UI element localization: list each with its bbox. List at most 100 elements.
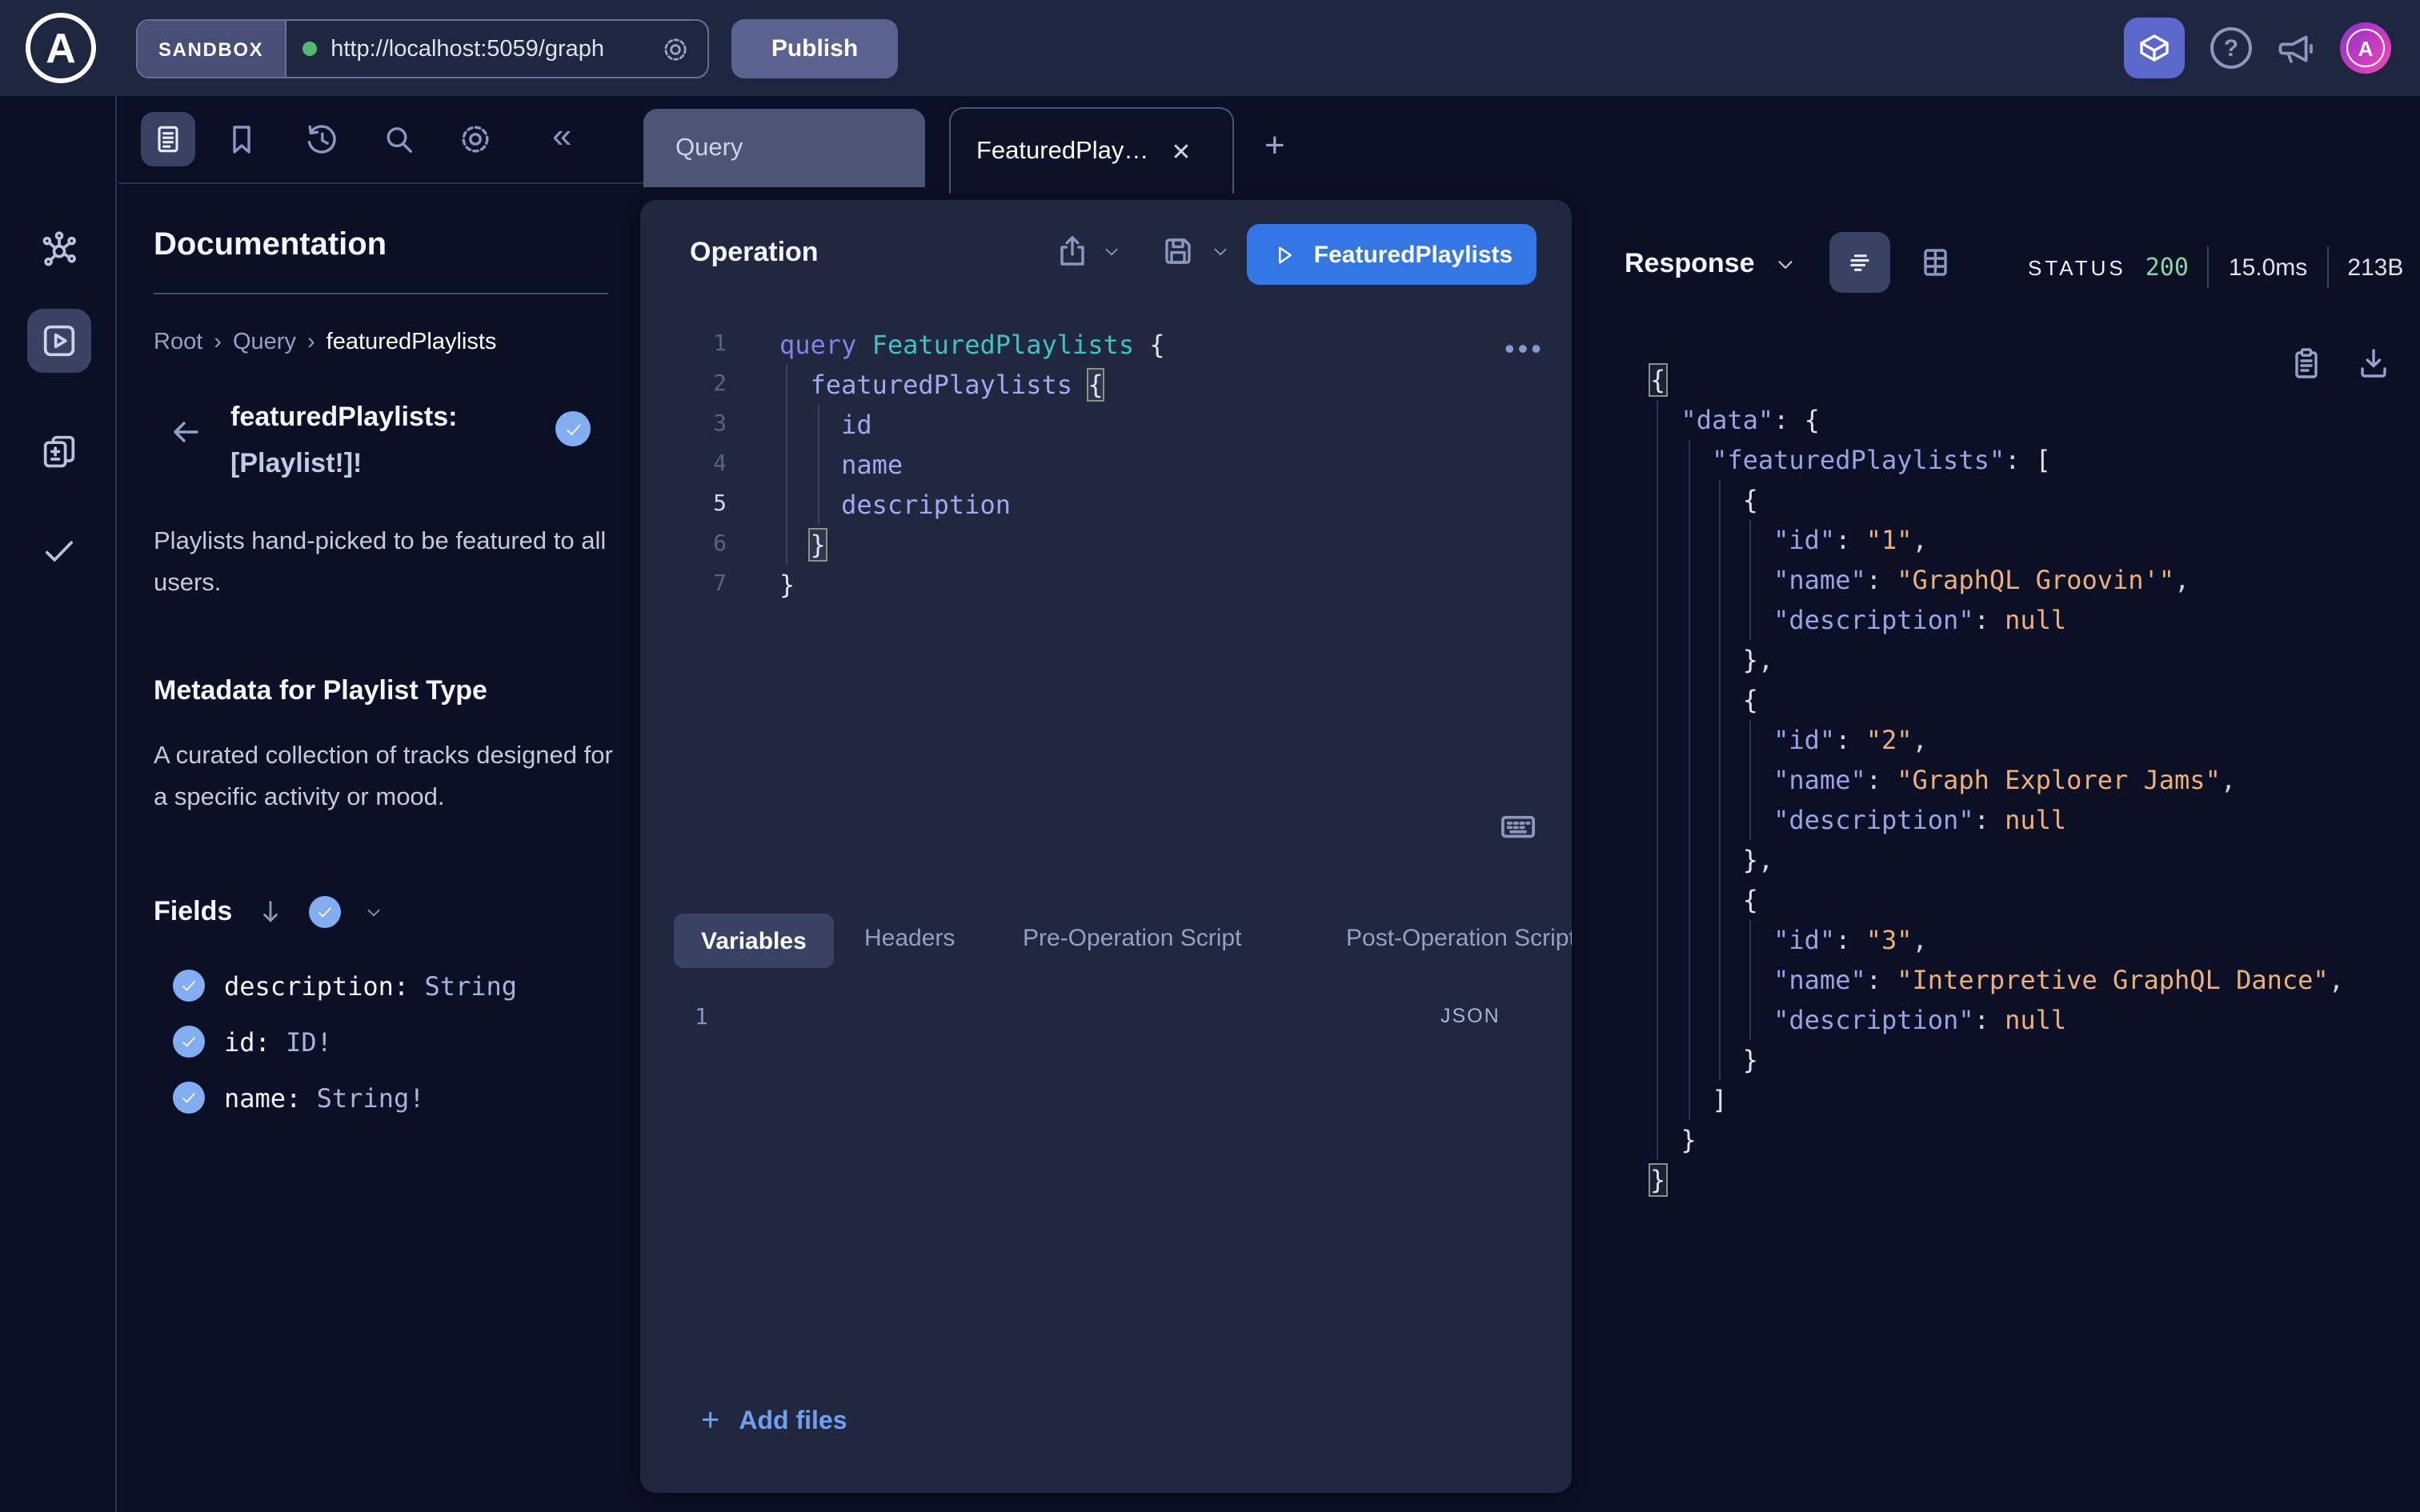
tab-pre-operation-script[interactable]: Pre-Operation Script — [1023, 925, 1241, 952]
code-line: { — [1650, 480, 2344, 520]
fields-header: Fields — [154, 896, 384, 928]
code-line: "name": "Interpretive GraphQL Dance", — [1650, 960, 2344, 1000]
chevron-down-icon[interactable] — [363, 902, 384, 922]
metadata-title: Metadata for Playlist Type — [154, 675, 487, 707]
save-operation-icon[interactable] — [1159, 232, 1197, 270]
code-line: }, — [1650, 840, 2344, 880]
sandbox-badge: SANDBOX — [138, 21, 286, 77]
status-label: STATUS — [2028, 255, 2126, 279]
field-row-id[interactable]: id: ID! — [173, 1026, 332, 1058]
share-operation-icon[interactable] — [1053, 232, 1092, 270]
code-line: "description": null — [1650, 800, 2344, 840]
checks-icon[interactable] — [38, 530, 80, 571]
field-check-icon[interactable] — [173, 1026, 205, 1058]
field-check-icon[interactable] — [173, 1082, 205, 1114]
line-number: 7 — [640, 565, 733, 605]
run-operation-button[interactable]: FeaturedPlaylists — [1247, 224, 1537, 285]
settings-gear-icon[interactable] — [456, 120, 495, 158]
download-response-icon[interactable] — [2354, 344, 2393, 382]
field-row-description[interactable]: description: String — [173, 970, 517, 1002]
tab-featured-playlists-active[interactable]: FeaturedPlay… ✕ — [949, 107, 1234, 194]
collapse-panel-button[interactable]: « — [552, 115, 572, 157]
code-line: "name": "GraphQL Groovin'", — [1650, 560, 2344, 600]
bookmarks-icon[interactable] — [222, 120, 261, 158]
sandbox-mode-button[interactable] — [2124, 18, 2185, 78]
explorer-nav-active[interactable] — [27, 309, 91, 373]
code-line: "name": "Graph Explorer Jams", — [1650, 760, 2344, 800]
help-button[interactable]: ? — [2210, 27, 2252, 69]
line-number: 3 — [640, 405, 733, 445]
response-status-bar: STATUS 200 15.0ms 213B — [2028, 245, 2403, 290]
endpoint-url-bar[interactable]: SANDBOX http://localhost:5059/graph — [136, 19, 709, 78]
line-number: 6 — [640, 525, 733, 565]
connection-status-dot — [302, 42, 316, 56]
select-all-fields-check-icon[interactable] — [309, 896, 341, 928]
cube-icon — [2135, 29, 2174, 67]
editor-menu-button[interactable]: ••• — [1504, 341, 1545, 357]
response-panel: Response STATUS 200 — [1609, 96, 2420, 1512]
breadcrumb: Root›Query›featuredPlaylists — [154, 330, 496, 355]
search-icon[interactable] — [379, 120, 418, 158]
apollo-logo-icon[interactable]: A — [26, 13, 96, 83]
code-line: }, — [1650, 640, 2344, 680]
field-description: Playlists hand-picked to be featured to … — [154, 522, 615, 605]
code-line: id — [779, 405, 1165, 445]
add-files-button[interactable]: + Add files — [701, 1403, 847, 1440]
documentation-tab-active[interactable] — [141, 112, 195, 166]
announcements-megaphone-icon[interactable] — [2273, 27, 2316, 70]
variables-line-number: 1 — [695, 1005, 708, 1030]
back-arrow-button[interactable] — [166, 413, 205, 451]
schema-diff-icon[interactable] — [38, 430, 80, 472]
keyboard-shortcuts-icon[interactable] — [1496, 805, 1540, 848]
code-line: "data": { — [1650, 400, 2344, 440]
close-tab-icon[interactable]: ✕ — [1171, 137, 1191, 166]
endpoint-url-input[interactable]: http://localhost:5059/graph — [331, 36, 645, 62]
plus-icon: + — [701, 1403, 719, 1440]
history-icon[interactable] — [302, 120, 341, 158]
user-avatar[interactable]: A — [2340, 22, 2391, 74]
tab-variables-active[interactable]: Variables — [674, 914, 834, 968]
chevron-down-icon[interactable] — [1210, 242, 1231, 262]
request-config-tabs: Variables Headers Pre-Operation Script P… — [640, 914, 1572, 971]
response-json: {"data": {"featuredPlaylists": [{"id": "… — [1650, 360, 2344, 1200]
tab-query[interactable]: Query — [643, 109, 925, 187]
breadcrumb-current: featuredPlaylists — [327, 330, 497, 355]
field-signature: featuredPlaylists: [Playlist!]! — [230, 394, 457, 486]
variables-mode-label: JSON — [1440, 1005, 1500, 1027]
field-selected-check-icon[interactable] — [555, 411, 591, 446]
documentation-panel: « Documentation Root›Query›featuredPlayl… — [118, 96, 643, 1512]
response-dropdown[interactable]: Response — [1625, 248, 1798, 280]
documentation-title: Documentation — [154, 227, 387, 264]
sort-descending-icon[interactable] — [254, 896, 286, 928]
code-line: } — [1650, 1160, 2344, 1200]
field-check-icon[interactable] — [173, 970, 205, 1002]
raw-view-toggle-active[interactable] — [1829, 232, 1890, 293]
tab-post-operation-script[interactable]: Post-Operation Script — [1346, 925, 1572, 952]
query-code[interactable]: query FeaturedPlaylists {featuredPlaylis… — [779, 325, 1165, 605]
fields-title: Fields — [154, 896, 232, 928]
line-number: 1 — [640, 325, 733, 365]
document-icon — [150, 122, 186, 157]
field-row-name[interactable]: name: String! — [173, 1082, 425, 1114]
chevron-down-icon[interactable] — [1101, 242, 1122, 262]
publish-button[interactable]: Publish — [731, 19, 898, 78]
connection-settings-gear-icon[interactable] — [659, 33, 691, 65]
apollo-sandbox-app: A SANDBOX http://localhost:5059/graph Pu… — [0, 0, 2420, 1512]
tab-headers[interactable]: Headers — [864, 925, 955, 952]
code-line: query FeaturedPlaylists { — [779, 325, 1165, 365]
divider — [118, 182, 643, 184]
line-number-gutter: 1234567 — [640, 325, 733, 605]
graph-schema-icon[interactable] — [38, 229, 80, 270]
code-line: "description": null — [1650, 1000, 2344, 1040]
code-line: } — [1650, 1120, 2344, 1160]
operation-title: Operation — [690, 237, 819, 269]
breadcrumb-query[interactable]: Query — [233, 330, 296, 355]
new-tab-button[interactable]: + — [1264, 125, 1285, 166]
line-number: 5 — [640, 485, 733, 525]
breadcrumb-root[interactable]: Root — [154, 330, 202, 355]
code-line: { — [1650, 360, 2344, 400]
code-line: "featuredPlaylists": [ — [1650, 440, 2344, 480]
chevron-down-icon — [1774, 252, 1798, 276]
table-view-toggle[interactable] — [1916, 243, 1954, 282]
top-bar: A SANDBOX http://localhost:5059/graph Pu… — [0, 0, 2420, 96]
